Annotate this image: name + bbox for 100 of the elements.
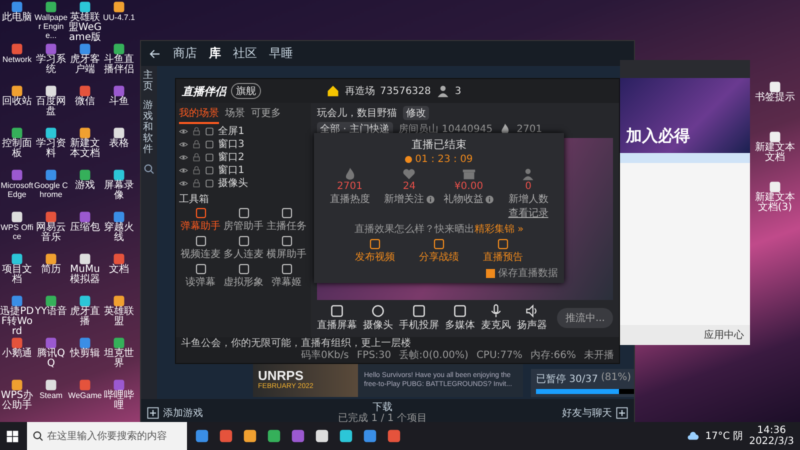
search-field[interactable]: 在这里输入你要搜索的内容 [27,422,187,450]
icon-label: Wallpaper Engine... [34,13,68,40]
app-icon[interactable] [79,169,91,181]
lock-icon[interactable] [192,178,201,188]
tool-button[interactable]: 房管助手 [222,207,265,233]
tool-button[interactable]: 读弹幕 [179,263,222,289]
control-button[interactable]: 摄像头 [363,304,393,332]
start-icon[interactable] [6,430,19,442]
app-icon[interactable] [45,127,57,139]
control-button[interactable]: 麦克风 [481,304,511,332]
stream-button[interactable]: 推流中... [557,308,613,328]
tool-button[interactable]: 虚拟形象 [222,263,265,289]
app-icon[interactable] [45,337,57,349]
source-item[interactable]: 窗口2 [218,150,244,164]
app-icon[interactable] [113,127,125,139]
app-icon[interactable] [79,43,91,55]
scene-tab[interactable]: 我的场景 [179,106,219,124]
tool-button[interactable]: 弹幕助手 [179,207,222,233]
app-icon[interactable] [79,253,91,265]
action-button[interactable]: 发布视频 [355,238,395,264]
app-icon[interactable] [11,211,23,223]
info-icon[interactable] [426,194,435,204]
app-icon[interactable] [79,127,91,139]
control-button[interactable]: 扬声器 [517,304,547,332]
icon-label: 微信 [75,97,95,107]
taskbar-app-icon[interactable] [267,429,281,443]
app-icon[interactable] [113,169,125,181]
scene-tab[interactable]: 场景 [225,106,245,124]
metric-value: 2701 [337,181,362,192]
eye-icon[interactable] [179,166,188,174]
app-icon[interactable] [45,85,57,97]
info-icon[interactable] [485,194,494,204]
document-icon[interactable] [769,81,781,93]
control-icon [412,304,426,318]
action-button[interactable]: 分享战绩 [419,238,459,264]
app-icon[interactable] [45,43,57,55]
nav-tab[interactable]: 商店 [173,45,197,62]
app-icon[interactable] [11,85,23,97]
tool-button[interactable]: 弹幕姬 [265,263,308,289]
taskbar-app-icon[interactable] [363,429,377,443]
document-icon[interactable] [769,181,781,193]
source-item[interactable]: 摄像头 [218,176,248,190]
app-icon[interactable] [113,43,125,55]
document-icon[interactable] [769,131,781,143]
tool-button[interactable]: 视频连麦 [179,235,222,261]
app-icon[interactable] [45,1,57,13]
app-icon[interactable] [11,253,23,265]
lock-icon[interactable] [192,166,201,174]
add-game-button[interactable]: 添加游戏 [147,406,203,420]
eye-icon[interactable] [179,140,188,148]
downloads-button[interactable]: 下载 已完成 1 / 1 个项目 [338,402,427,424]
source-item[interactable]: 窗口1 [218,163,244,177]
app-icon[interactable] [113,295,125,307]
sidebar-item[interactable]: 主页 [143,70,155,92]
nav-tab[interactable]: 早睡 [269,45,293,62]
icon-label: 网易云音乐 [35,223,67,243]
app-icon[interactable] [79,1,91,13]
lock-icon[interactable] [192,140,201,148]
eye-icon[interactable] [179,178,188,188]
control-button[interactable]: 直播屏幕 [317,304,357,332]
taskbar-app-icon[interactable] [195,429,209,443]
home-icon[interactable] [326,84,340,98]
app-icon[interactable] [45,379,57,391]
view-records-link[interactable]: 查看记录 [508,206,548,220]
control-button[interactable]: 多媒体 [445,304,475,332]
tool-button[interactable]: 多人连麦 [222,235,265,261]
app-icon[interactable] [45,295,57,307]
app-icon[interactable] [45,253,57,265]
back-arrow-icon[interactable] [149,48,161,60]
taskbar-app-icon[interactable] [315,429,329,443]
app-icon[interactable] [11,127,23,139]
app-icon[interactable] [45,211,57,223]
dialog-title: 直播已结束 [412,137,466,152]
eye-icon[interactable] [179,126,188,136]
lock-icon[interactable] [192,126,201,136]
action-button[interactable]: 直播预告 [483,238,523,264]
icon-label: YY语音 [34,307,68,317]
friends-button[interactable]: 好友与聊天 [562,406,628,420]
app-icon[interactable] [113,379,125,391]
save-checkbox[interactable] [486,268,495,278]
nav-tab[interactable]: 库 [209,45,221,62]
tool-button[interactable]: 横屏助手 [265,235,308,261]
search-icon[interactable] [143,163,155,175]
source-item[interactable]: 全屏1 [218,124,244,138]
taskbar-app-icon[interactable] [339,429,353,443]
eye-icon[interactable] [179,152,188,162]
sidebar-item[interactable]: 游戏和软件 [143,100,155,155]
nav-tab[interactable]: 社区 [233,45,257,62]
app-icon[interactable] [79,295,91,307]
control-button[interactable]: 手机投屏 [399,304,439,332]
tool-button[interactable]: 主播任务 [265,207,308,233]
edit-tag[interactable]: 修改 [403,106,429,120]
taskbar-app-icon[interactable] [243,429,257,443]
status-stat: 未开播 [584,350,614,362]
lock-icon[interactable] [192,152,201,162]
scene-tab[interactable]: 可更多 [251,106,281,124]
room-id: 73576328 [380,86,431,96]
app-icon[interactable] [113,1,125,13]
source-item[interactable]: 窗口3 [218,137,244,151]
promo-link[interactable]: 精彩集锦 » [474,222,524,236]
